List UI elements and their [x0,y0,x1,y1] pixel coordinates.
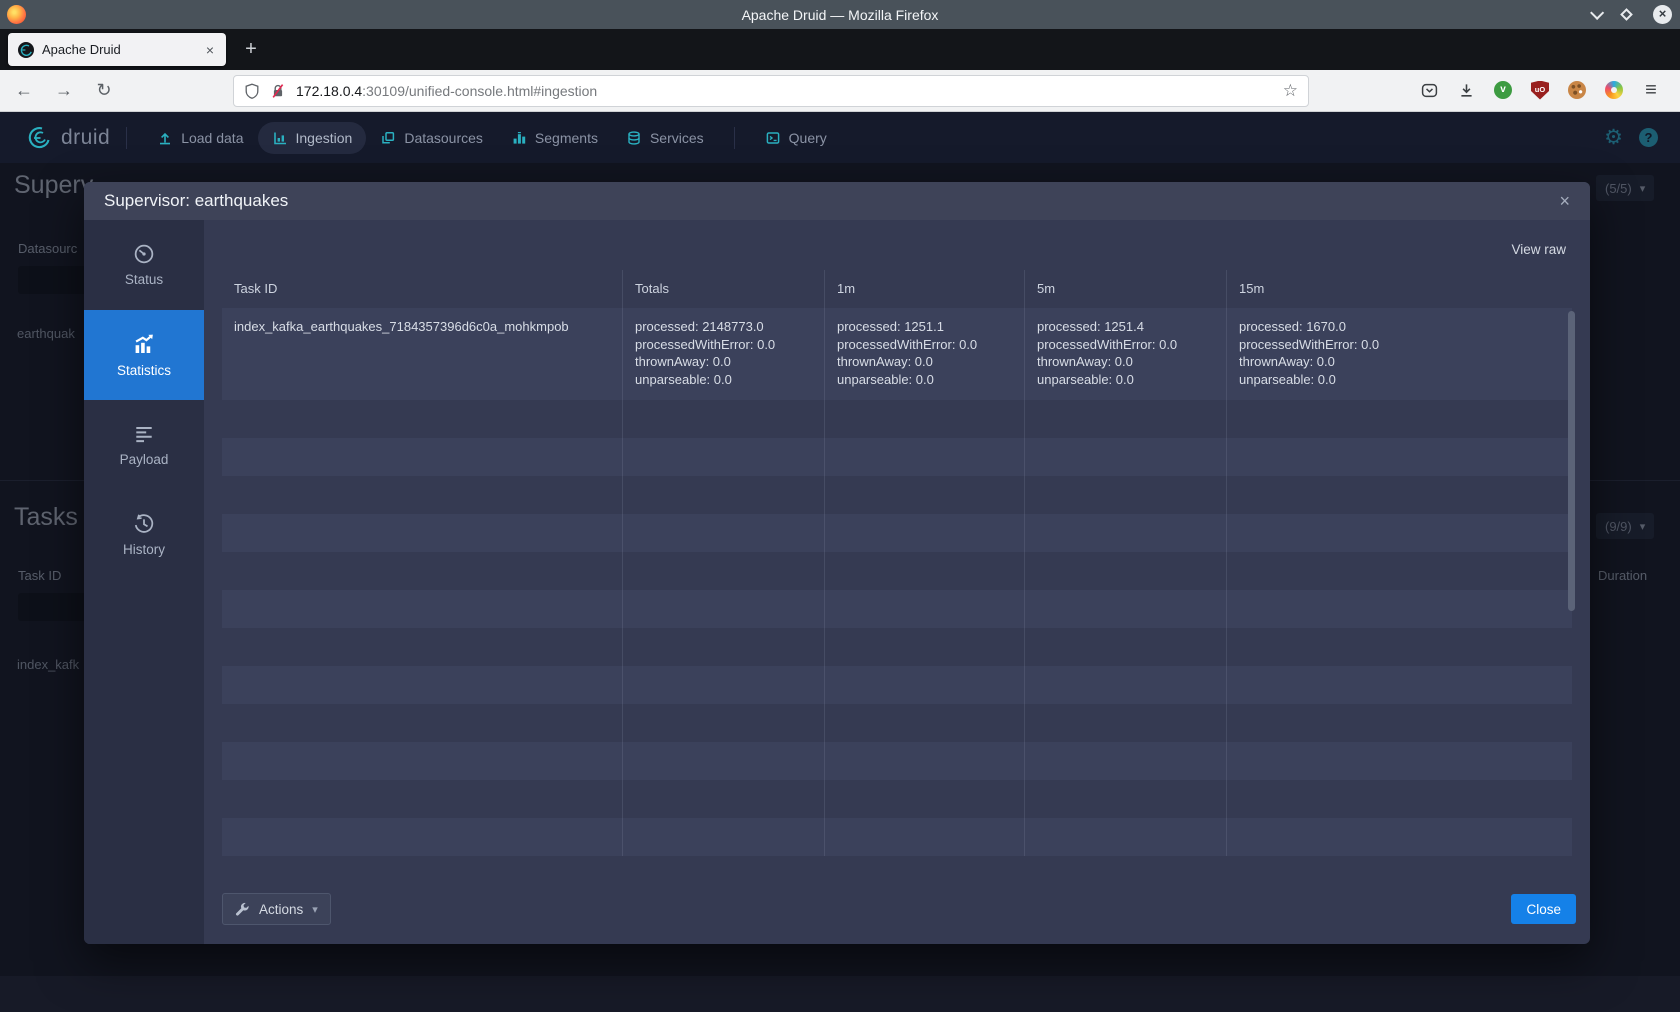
gauge-icon [133,243,155,265]
tab-close-icon[interactable]: × [204,42,216,58]
url-text[interactable]: 172.18.0.4:30109/unified-console.html#in… [296,83,1283,99]
druid-brand-name: druid [61,126,110,150]
table-scrollbar[interactable] [1568,311,1575,611]
tab-title: Apache Druid [42,42,204,57]
page-content: Superv (5/5) ▾ Datasourc earthquak Tasks… [0,163,1680,1012]
close-button[interactable]: Close [1511,894,1576,924]
tab-payload[interactable]: Payload [84,400,204,490]
bookmark-star-icon[interactable]: ☆ [1283,81,1298,101]
window-maximize-icon[interactable] [1620,8,1633,21]
dialog-title: Supervisor: earthquakes [104,191,1559,211]
datasources-icon [380,130,396,146]
view-raw-link[interactable]: View raw [1511,242,1566,257]
menu-icon[interactable]: ≡ [1640,76,1662,104]
window-title: Apache Druid — Mozilla Firefox [0,7,1680,23]
query-icon [765,130,781,146]
15m-cell: processed: 1670.0 processedWithError: 0.… [1226,308,1572,400]
url-bar[interactable]: 172.18.0.4:30109/unified-console.html#in… [233,75,1309,107]
window-close-icon[interactable]: × [1653,5,1672,24]
totals-cell: processed: 2148773.0 processedWithError:… [622,308,824,400]
table-row-empty [222,704,1572,742]
window-minimize-icon[interactable] [1590,5,1604,19]
5m-cell: processed: 1251.4 processedWithError: 0.… [1024,308,1226,400]
task-id-cell: index_kafka_earthquakes_7184357396d6c0a_… [222,308,622,400]
privacy-badger-icon[interactable]: v [1492,76,1514,104]
1m-cell: processed: 1251.1 processedWithError: 0.… [824,308,1024,400]
nav-item-ingestion[interactable]: Ingestion [258,122,367,154]
table-row-empty [222,742,1572,780]
url-toolbar: ← → ↻ 172.18.0.4:30109/unified-console.h… [0,70,1680,112]
table-row-empty [222,552,1572,590]
dialog-close-icon[interactable]: × [1559,191,1570,212]
reload-button[interactable]: ↻ [90,76,118,104]
table-row-empty [222,666,1572,704]
services-icon [626,130,642,146]
table-row-empty [222,818,1572,856]
nav-item-services[interactable]: Services [612,122,718,154]
actions-button[interactable]: Actions ▾ [222,893,331,925]
help-icon[interactable]: ? [1639,128,1658,147]
table-row-empty [222,780,1572,818]
new-tab-button[interactable]: + [238,37,264,61]
firefox-icon [7,5,26,24]
table-row-empty [222,590,1572,628]
druid-logo-icon [26,124,54,152]
nav-divider [126,127,127,149]
statistics-table: Task ID Totals 1m 5m 15m index_kafka_ear… [222,266,1572,856]
column-header-15m[interactable]: 15m [1226,270,1572,309]
dialog-header: Supervisor: earthquakes × [84,182,1590,220]
nav-item-query[interactable]: Query [751,122,841,154]
tab-status[interactable]: Status [84,220,204,310]
empty-rows [222,400,1572,856]
druid-brand[interactable]: druid [26,124,110,152]
screen: Apache Druid — Mozilla Firefox × Apache … [0,0,1680,1012]
nav-divider [734,127,735,149]
druid-nav-bar: druid Load data Ingestion Datasources [0,112,1680,163]
back-button[interactable]: ← [10,76,38,104]
table-row-empty [222,438,1572,476]
column-header-1m[interactable]: 1m [824,270,1024,309]
download-icon[interactable] [1455,76,1477,104]
caret-down-icon: ▾ [312,903,318,916]
tab-statistics[interactable]: Statistics [84,310,204,400]
dialog-body: View raw Task ID Totals 1m 5m 15m index_… [204,220,1590,944]
statistics-chart-icon [132,332,156,356]
align-left-icon [133,423,155,445]
table-header-row: Task ID Totals 1m 5m 15m [222,266,1572,308]
dialog-side-tabs: Status Statistics [84,220,204,944]
cookie-extension-icon[interactable] [1566,76,1588,104]
table-row-empty [222,514,1572,552]
load-data-icon [157,130,173,146]
tab-favicon-druid-icon [18,42,34,58]
url-host: 172.18.0.4 [296,83,362,99]
column-header-totals[interactable]: Totals [622,270,824,309]
supervisor-dialog: Supervisor: earthquakes × Status [84,182,1590,944]
nav-item-datasources[interactable]: Datasources [366,122,497,154]
table-row-empty [222,628,1572,666]
shield-icon[interactable] [244,83,260,99]
insecure-lock-icon[interactable] [270,83,286,99]
tab-history[interactable]: History [84,490,204,580]
pocket-icon[interactable] [1418,76,1440,104]
table-row: index_kafka_earthquakes_7184357396d6c0a_… [222,308,1572,400]
browser-tab[interactable]: Apache Druid × [8,33,226,66]
url-path: :30109/unified-console.html#ingestion [362,83,597,99]
column-header-task-id[interactable]: Task ID [222,270,622,309]
dialog-footer: Actions ▾ Close [222,893,1576,925]
nav-item-segments[interactable]: Segments [497,122,612,154]
ingestion-icon [272,130,288,146]
column-header-5m[interactable]: 5m [1024,270,1226,309]
settings-gear-icon[interactable]: ⚙ [1604,125,1623,150]
history-clock-icon [133,513,155,535]
pinwheel-extension-icon[interactable] [1603,76,1625,104]
window-titlebar: Apache Druid — Mozilla Firefox × [0,0,1680,29]
table-row-empty [222,400,1572,438]
segments-icon [511,130,527,146]
table-row-empty [222,476,1572,514]
nav-item-load-data[interactable]: Load data [143,122,257,154]
ublock-origin-icon[interactable]: uO [1529,76,1551,104]
tab-bar: Apache Druid × + [0,29,1680,70]
wrench-icon [235,902,250,917]
forward-button[interactable]: → [50,76,78,104]
